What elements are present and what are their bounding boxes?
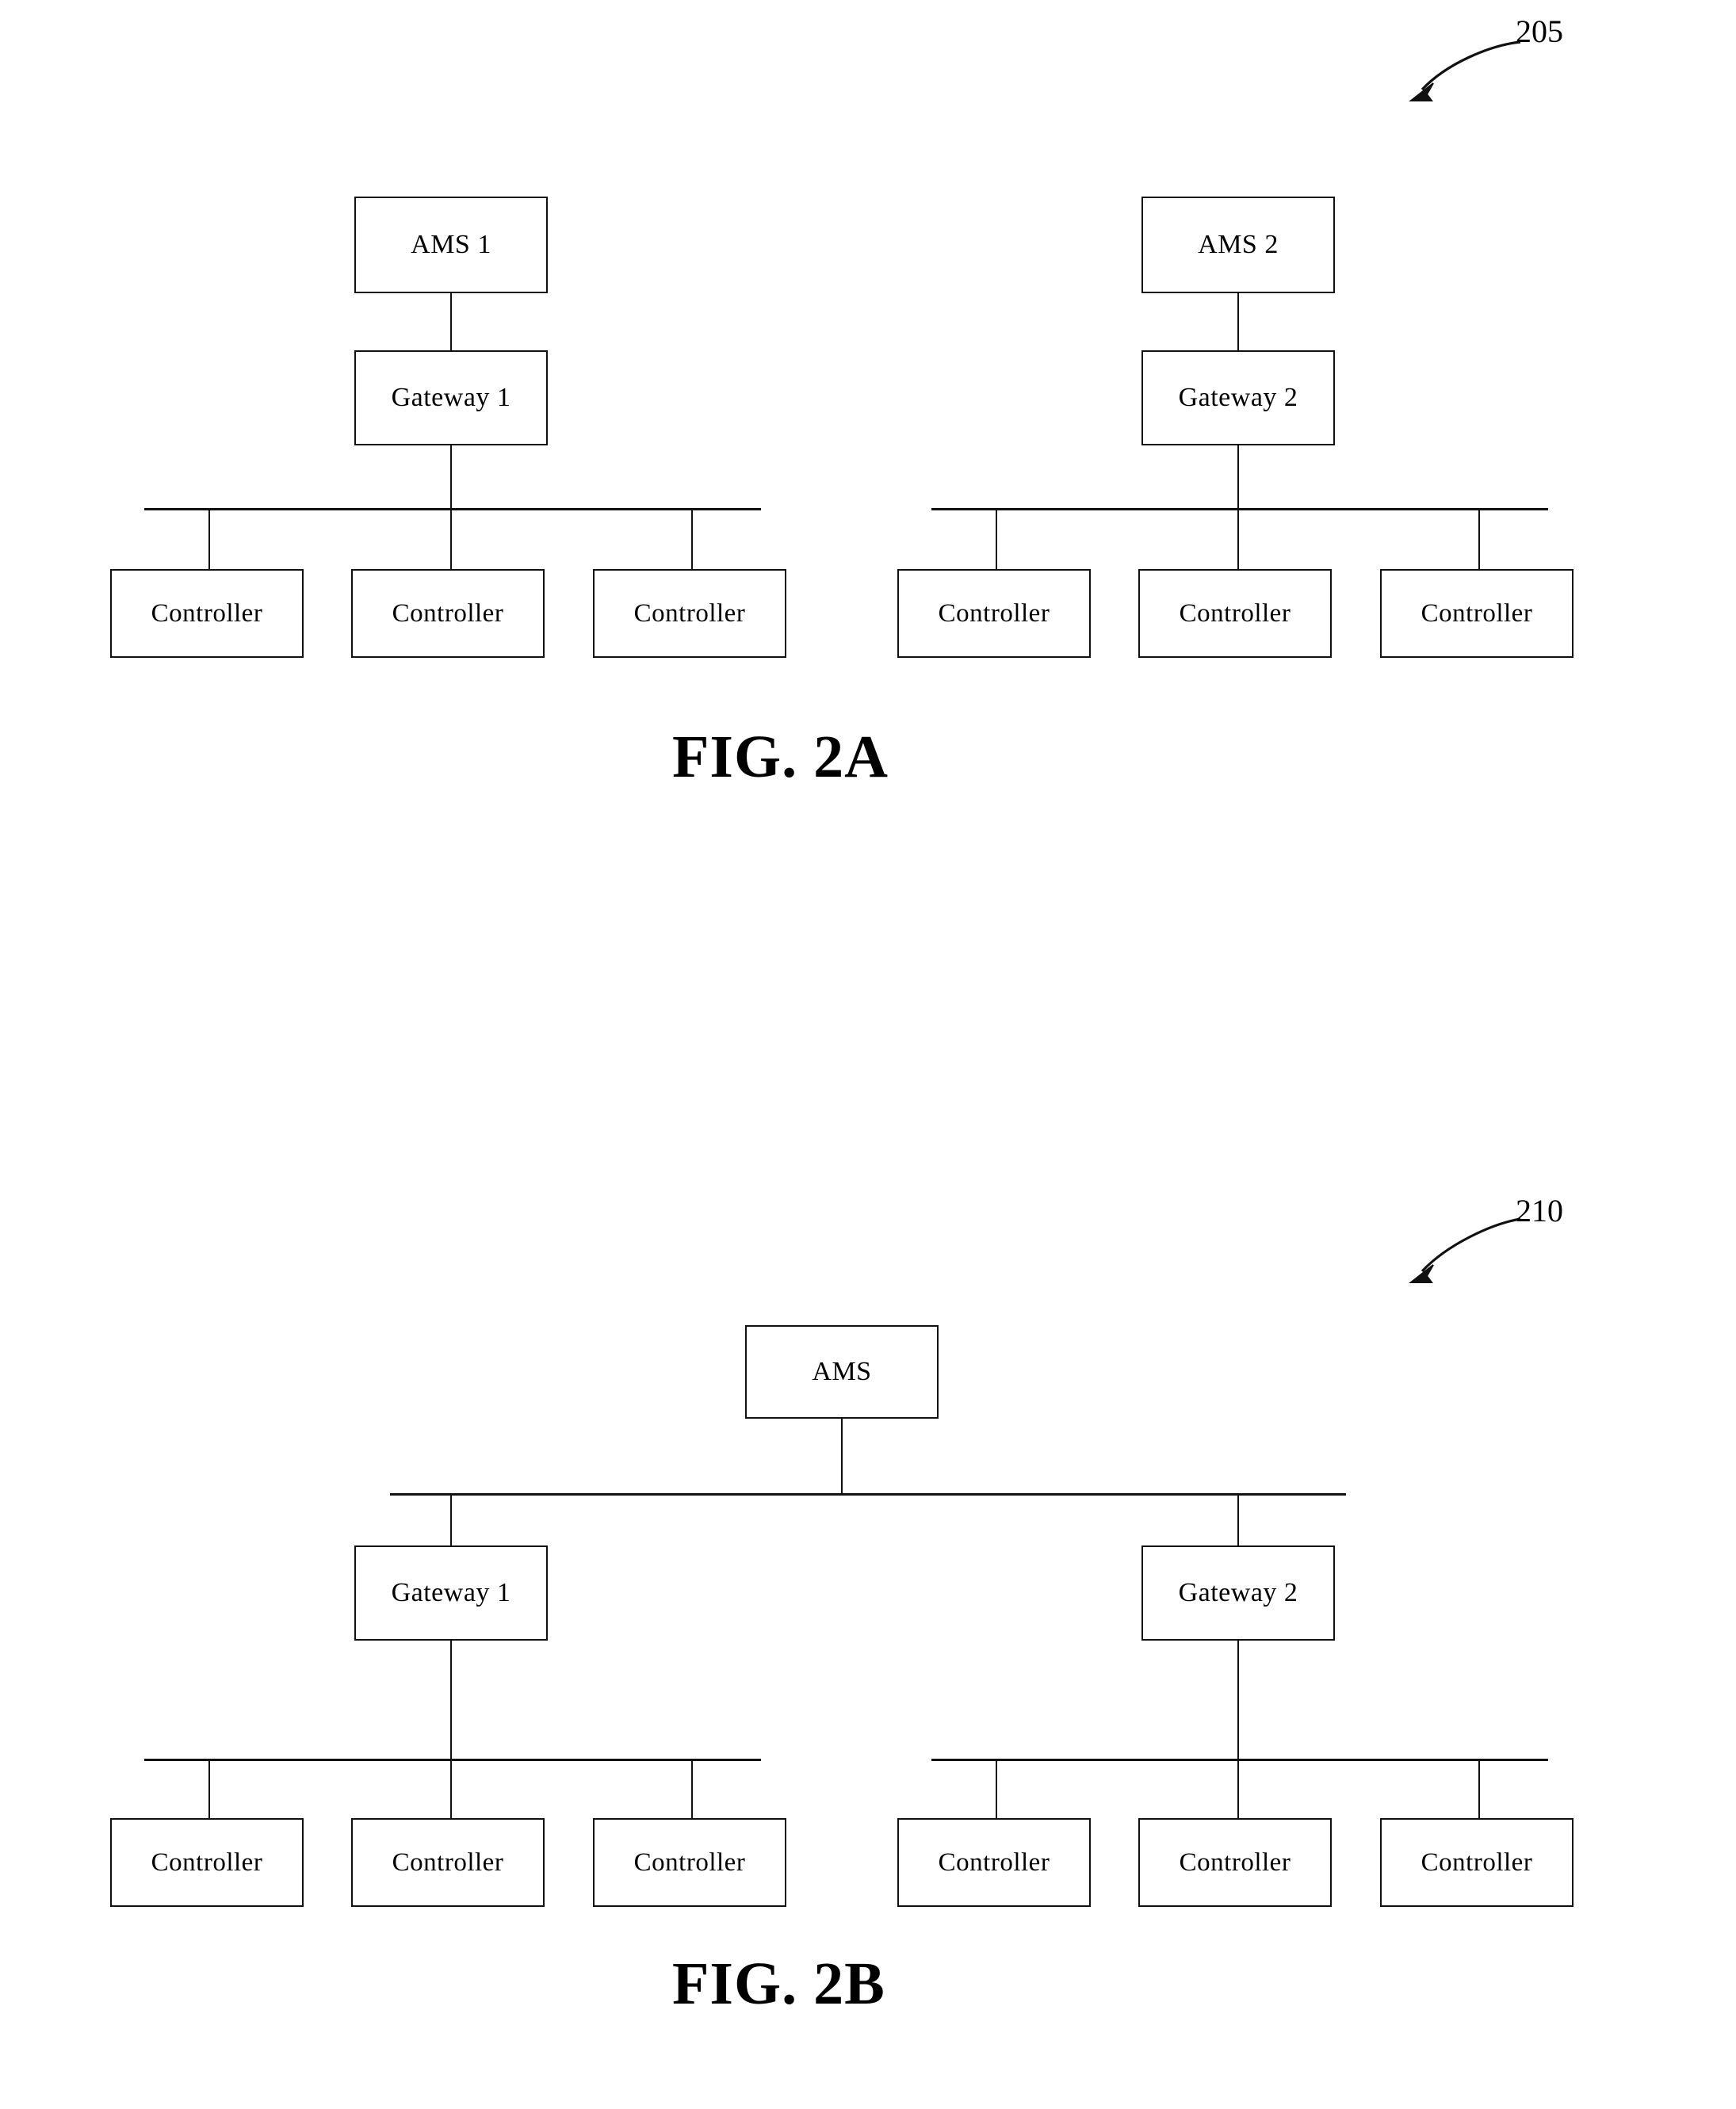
fig2b-right-controller-1-drop [996,1760,997,1819]
fig2b-left-controller-3-box[interactable]: Controller [593,1818,786,1907]
drawing-sheet: 205 AMS 1 Gateway 1 Controller Controlle… [0,0,1736,2109]
fig2b-left-controller-3-drop [691,1760,693,1819]
fig2b-ams-to-gateway-bus-link [841,1419,843,1495]
fig2a-right-gateway-to-bus-link [1237,445,1239,510]
fig2b-right-gateway-box[interactable]: Gateway 2 [1141,1545,1335,1641]
fig2a-left-controller-1-drop [208,510,210,570]
fig2a-left-controller-3-drop [691,510,693,570]
fig2b-left-controller-2-box[interactable]: Controller [351,1818,545,1907]
fig2b-right-controller-2-drop [1237,1760,1239,1819]
fig2b-right-controller-2-box[interactable]: Controller [1138,1818,1332,1907]
fig2a-right-gateway-box[interactable]: Gateway 2 [1141,350,1335,445]
fig2a-left-controller-3-box[interactable]: Controller [593,569,786,658]
fig2b-gateway-bus [390,1493,1346,1496]
fig2b-left-gateway-drop [450,1495,452,1547]
fig2a-left-controller-bus [144,508,761,510]
fig2a-right-controller-2-drop [1237,510,1239,570]
reference-numeral-205: 205 [1516,13,1563,49]
fig2b-left-controller-2-drop [450,1760,452,1819]
fig2b-right-controller-1-box[interactable]: Controller [897,1818,1091,1907]
fig2a-right-controller-1-box[interactable]: Controller [897,569,1091,658]
fig2a-right-controller-3-box[interactable]: Controller [1380,569,1573,658]
fig2b-left-controller-1-drop [208,1760,210,1819]
fig2a-right-controller-3-drop [1478,510,1480,570]
lead-arrow-205 [1403,28,1522,107]
fig2b-right-controller-3-drop [1478,1760,1480,1819]
fig2a-left-ams-box[interactable]: AMS 1 [354,197,548,293]
fig2b-left-controller-1-box[interactable]: Controller [110,1818,304,1907]
fig2a-left-gateway-box[interactable]: Gateway 1 [354,350,548,445]
reference-numeral-210: 210 [1516,1193,1563,1228]
fig2a-right-controller-2-box[interactable]: Controller [1138,569,1332,658]
fig2a-left-controller-1-box[interactable]: Controller [110,569,304,658]
fig2b-right-gateway-to-controller-bus-link [1237,1641,1239,1759]
fig2b-right-controller-bus [931,1759,1548,1761]
fig2a-left-controller-2-box[interactable]: Controller [351,569,545,658]
fig2b-right-controller-3-box[interactable]: Controller [1380,1818,1573,1907]
fig2a-caption: FIG. 2A [672,724,889,790]
fig2a-left-ams-to-gateway-link [450,293,452,350]
fig2a-right-ams-to-gateway-link [1237,293,1239,350]
fig2b-left-gateway-to-controller-bus-link [450,1641,452,1759]
fig2b-right-gateway-drop [1237,1495,1239,1547]
fig2b-caption: FIG. 2B [672,1950,885,2017]
fig2a-right-ams-box[interactable]: AMS 2 [1141,197,1335,293]
fig2b-left-gateway-box[interactable]: Gateway 1 [354,1545,548,1641]
fig2a-right-controller-bus [931,508,1548,510]
fig2b-ams-box[interactable]: AMS [745,1325,939,1419]
lead-arrow-210 [1403,1205,1522,1288]
fig2a-left-controller-2-drop [450,510,452,570]
fig2a-right-controller-1-drop [996,510,997,570]
fig2a-left-gateway-to-bus-link [450,445,452,510]
fig2b-left-controller-bus [144,1759,761,1761]
